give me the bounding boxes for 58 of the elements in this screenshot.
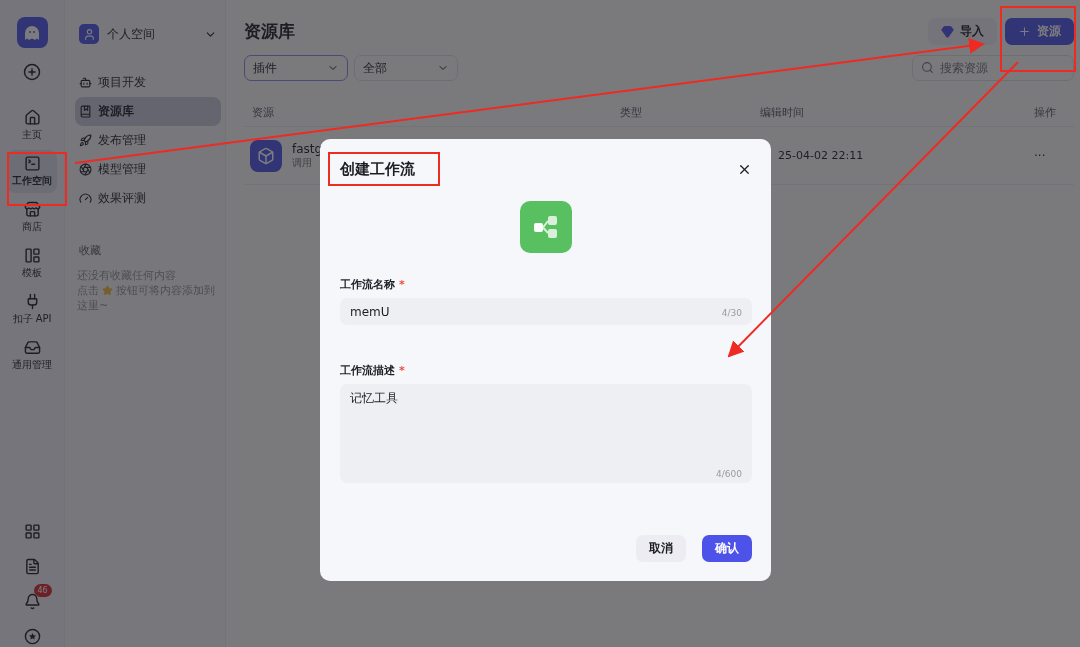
apps-grid-icon[interactable]	[23, 523, 41, 540]
highlight-frame	[7, 152, 67, 206]
star-icon	[102, 285, 113, 296]
notification-badge: 46	[33, 584, 52, 597]
field-label: 工作流描述 *	[340, 363, 406, 378]
star-circle-icon[interactable]	[23, 628, 41, 645]
rocket-icon	[79, 134, 92, 147]
add-resource-button[interactable]: 资源	[1005, 18, 1074, 45]
cancel-button[interactable]: 取消	[636, 535, 686, 562]
filter-select[interactable]: 全部	[354, 55, 458, 81]
add-icon[interactable]	[23, 63, 41, 81]
more-actions-button[interactable]: ···	[1034, 148, 1074, 163]
gauge-icon	[79, 192, 92, 205]
inbox-icon	[23, 339, 41, 356]
nav-item[interactable]: 模型管理	[75, 155, 221, 184]
bell-icon[interactable]	[23, 593, 41, 610]
import-button[interactable]: 导入	[928, 18, 997, 45]
filter-select[interactable]: 插件	[244, 55, 348, 81]
required-mark: *	[399, 364, 405, 377]
confirm-button[interactable]: 确认	[702, 535, 752, 562]
layout-icon	[23, 247, 41, 264]
nav-item[interactable]: 发布管理	[75, 126, 221, 155]
document-icon[interactable]	[23, 558, 41, 575]
rail-item[interactable]: 模板	[7, 242, 57, 285]
terminal-icon	[23, 155, 41, 172]
field-label: 工作流名称 *	[340, 277, 406, 292]
edit-time: 25-04-02 22:11	[778, 149, 865, 162]
aperture-icon	[79, 163, 92, 176]
dialog-title: 创建工作流	[340, 159, 415, 179]
required-mark: *	[399, 278, 405, 291]
column-header: 编辑时间	[760, 105, 805, 120]
nav-item[interactable]: 项目开发	[75, 68, 221, 97]
rail-item[interactable]: 工作空间	[7, 150, 57, 193]
bot-icon	[79, 76, 92, 89]
section-title: 收藏	[79, 243, 102, 258]
diamond-icon	[941, 25, 954, 38]
nav-item[interactable]: 效果评测	[75, 184, 221, 213]
workspace-switcher[interactable]: 个人空间	[75, 20, 221, 48]
rail-item[interactable]: 通用管理	[7, 334, 57, 377]
name-field[interactable]: memU 4/30	[340, 298, 752, 325]
column-header: 类型	[620, 105, 643, 120]
description-field[interactable]: 记忆工具 4/600	[340, 384, 752, 483]
user-avatar-icon	[79, 24, 99, 44]
plus-icon	[1018, 25, 1031, 38]
search-icon	[921, 61, 934, 74]
rail-item[interactable]: 主页	[7, 104, 57, 147]
nav-item[interactable]: 资源库	[75, 97, 221, 126]
rail-item[interactable]: 扣子 API	[7, 288, 57, 331]
cube-icon	[250, 139, 282, 172]
logo-icon[interactable]	[16, 17, 48, 48]
store-icon	[23, 201, 41, 218]
rail-item[interactable]: 商店	[7, 196, 57, 239]
column-header: 操作	[1034, 105, 1057, 120]
book-icon	[79, 105, 92, 118]
column-header: 资源	[252, 105, 275, 120]
workflow-icon	[520, 201, 572, 253]
page-title: 资源库	[244, 20, 295, 43]
home-icon	[23, 109, 41, 126]
